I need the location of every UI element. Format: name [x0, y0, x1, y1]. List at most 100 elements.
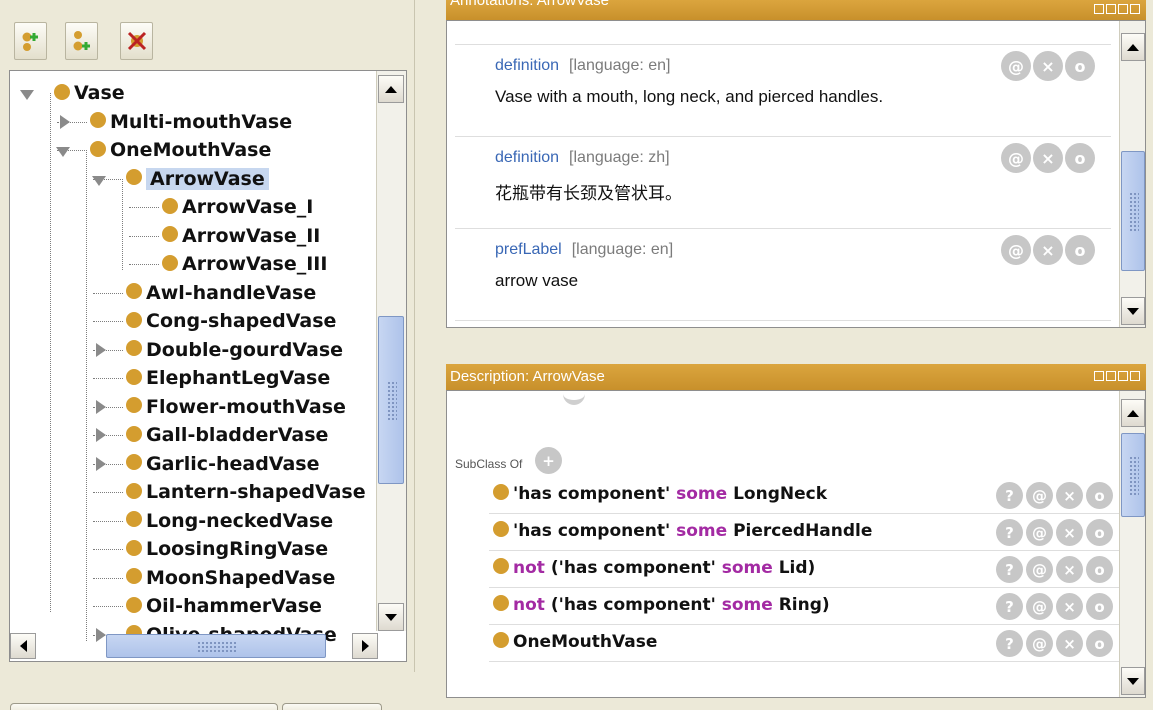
axiom-expression[interactable]: not ('has component' some Lid) — [493, 558, 815, 578]
edit-button[interactable]: o — [1065, 235, 1095, 265]
view-split-icon[interactable] — [1094, 4, 1104, 14]
annotation-property[interactable]: definition [language: en] — [495, 57, 670, 75]
annotate-button[interactable]: @ — [1026, 519, 1053, 546]
delete-button[interactable]: × — [1056, 630, 1083, 657]
tree-collapsed-icon[interactable] — [96, 456, 106, 471]
view-float-icon[interactable] — [1106, 371, 1116, 381]
bottom-tab-2[interactable] — [282, 703, 382, 710]
tree-item[interactable]: Double-gourdVase — [126, 336, 343, 364]
delete-button[interactable]: × — [1056, 556, 1083, 583]
annotations-view-controls[interactable] — [1094, 4, 1140, 14]
add-sibling-button[interactable] — [65, 22, 98, 60]
tree-expanded-icon[interactable] — [20, 90, 34, 100]
axiom-expression[interactable]: not ('has component' some Ring) — [493, 595, 830, 615]
delete-class-button[interactable] — [120, 22, 153, 60]
tree-item-label: Double-gourdVase — [146, 338, 344, 361]
annotate-button[interactable]: @ — [1001, 51, 1031, 81]
view-close-icon[interactable] — [1130, 371, 1140, 381]
subclass-axiom-row: not ('has component' some Lid)? @ × o — [489, 551, 1127, 588]
tree-collapsed-icon[interactable] — [96, 399, 106, 414]
explain-button[interactable]: ? — [996, 482, 1023, 509]
view-float-icon[interactable] — [1106, 4, 1116, 14]
tree-item[interactable]: Cong-shapedVase — [126, 307, 336, 335]
annotation-property[interactable]: prefLabel [language: en] — [495, 241, 673, 259]
annotation-property-name[interactable]: definition — [495, 57, 559, 74]
tree-scroll-thumb[interactable] — [378, 316, 404, 484]
annotate-button[interactable]: @ — [1001, 143, 1031, 173]
tree-item[interactable]: Multi-mouthVase — [90, 108, 292, 136]
edit-button[interactable]: o — [1086, 630, 1113, 657]
delete-button[interactable]: × — [1056, 519, 1083, 546]
bottom-tab-1[interactable] — [10, 703, 278, 710]
tree-collapsed-icon[interactable] — [96, 342, 106, 357]
tree-item[interactable]: OneMouthVase — [90, 136, 271, 164]
edit-button[interactable]: o — [1065, 143, 1095, 173]
tree-item[interactable]: Awl-handleVase — [126, 279, 316, 307]
tree-scroll-left-button[interactable] — [10, 633, 36, 659]
annotations-scroll-thumb[interactable] — [1121, 151, 1145, 271]
explain-button[interactable]: ? — [996, 593, 1023, 620]
annotation-property[interactable]: definition [language: zh] — [495, 149, 670, 167]
delete-button[interactable]: × — [1056, 593, 1083, 620]
tree-item[interactable]: Long-neckedVase — [126, 507, 333, 535]
annotation-property-name[interactable]: definition — [495, 149, 559, 166]
tree-item[interactable]: MoonShapedVase — [126, 564, 335, 592]
annotation-property-name[interactable]: prefLabel — [495, 241, 562, 258]
tree-item[interactable]: Lantern-shapedVase — [126, 478, 366, 506]
tree-item[interactable]: LoosingRingVase — [126, 535, 328, 563]
annotate-button[interactable]: @ — [1001, 235, 1031, 265]
edit-button[interactable]: o — [1086, 482, 1113, 509]
axiom-expression[interactable]: 'has component' some PiercedHandle — [493, 521, 872, 541]
description-scroll-thumb[interactable] — [1121, 433, 1145, 517]
explain-button[interactable]: ? — [996, 630, 1023, 657]
tree-item[interactable]: ArrowVase_II — [162, 222, 320, 250]
annotate-button[interactable]: @ — [1026, 556, 1053, 583]
tree-item[interactable]: Vase — [54, 79, 125, 107]
tree-scroll-up-button[interactable] — [378, 75, 404, 103]
tree-item[interactable]: ElephantLegVase — [126, 364, 330, 392]
edit-button[interactable]: o — [1086, 519, 1113, 546]
tree-expanded-icon[interactable] — [56, 147, 70, 157]
tree-collapsed-icon[interactable] — [96, 627, 106, 642]
tree-collapsed-icon[interactable] — [96, 428, 106, 442]
edit-button[interactable]: o — [1086, 556, 1113, 583]
annotate-button[interactable]: @ — [1026, 593, 1053, 620]
tree-expanded-icon[interactable] — [92, 175, 106, 186]
explain-button[interactable]: ? — [996, 556, 1023, 583]
annotations-scroll-down-button[interactable] — [1121, 297, 1145, 325]
view-split-icon[interactable] — [1094, 371, 1104, 381]
tree-item[interactable]: ArrowVase_I — [162, 193, 313, 221]
add-subclass-of-button[interactable]: + — [535, 447, 562, 474]
annotation-value: Vase with a mouth, long neck, and pierce… — [495, 87, 884, 106]
edit-button[interactable]: o — [1065, 51, 1095, 81]
add-subclass-button[interactable] — [14, 22, 47, 60]
tree-collapsed-icon[interactable] — [60, 114, 70, 129]
tree-scroll-down-button[interactable] — [378, 603, 404, 631]
delete-button[interactable]: × — [1056, 482, 1083, 509]
axiom-expression[interactable]: OneMouthVase — [493, 632, 657, 652]
delete-button[interactable]: × — [1033, 143, 1063, 173]
tree-hscroll-thumb[interactable] — [106, 634, 326, 658]
annotate-button[interactable]: @ — [1026, 482, 1053, 509]
tree-item-selected[interactable]: ArrowVase — [126, 165, 269, 193]
tree-item[interactable]: Flower-mouthVase — [126, 393, 346, 421]
description-scroll-up-button[interactable] — [1121, 399, 1145, 427]
annotations-scroll-up-button[interactable] — [1121, 33, 1145, 61]
delete-button[interactable]: × — [1033, 51, 1063, 81]
annotate-button[interactable]: @ — [1026, 630, 1053, 657]
view-maximize-icon[interactable] — [1118, 371, 1128, 381]
tree-item[interactable]: Oil-hammerVase — [126, 592, 322, 620]
edit-button[interactable]: o — [1086, 593, 1113, 620]
delete-button[interactable]: × — [1033, 235, 1063, 265]
description-scroll-down-button[interactable] — [1121, 667, 1145, 695]
view-maximize-icon[interactable] — [1118, 4, 1128, 14]
description-view-controls[interactable] — [1094, 371, 1140, 381]
tree-item-label: MoonShapedVase — [146, 566, 336, 589]
tree-item[interactable]: ArrowVase_III — [162, 250, 327, 278]
axiom-expression[interactable]: 'has component' some LongNeck — [493, 484, 827, 504]
view-close-icon[interactable] — [1130, 4, 1140, 14]
tree-scroll-right-button[interactable] — [352, 633, 378, 659]
explain-button[interactable]: ? — [996, 519, 1023, 546]
tree-item[interactable]: Gall-bladderVase — [126, 421, 328, 449]
tree-item[interactable]: Garlic-headVase — [126, 450, 319, 478]
